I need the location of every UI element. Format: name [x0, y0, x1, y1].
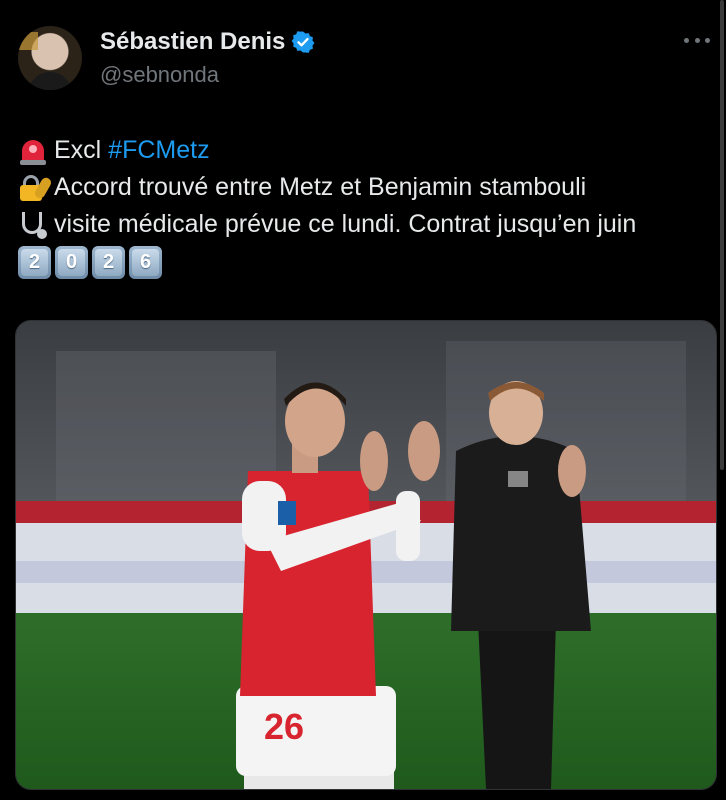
more-dot	[694, 37, 700, 43]
jersey-number: 26	[264, 706, 304, 747]
avatar-shirt	[28, 72, 72, 90]
tweet-text: Excl #FCMetz Accord trouvé entre Metz et…	[18, 132, 708, 280]
tweet-line-2: Accord trouvé entre Metz et Benjamin sta…	[18, 169, 708, 206]
keycap-digit: 6	[132, 249, 159, 276]
tweet[interactable]: Sébastien Denis @sebnonda Excl #FCMetz A…	[0, 0, 726, 800]
tweet-line-3: visite médicale prévue ce lundi. Contrat…	[18, 206, 708, 243]
more-options-icon[interactable]	[684, 36, 710, 44]
scrollbar[interactable]	[720, 0, 724, 470]
keycap-digit: 2	[21, 249, 48, 276]
keycap-digit: 0	[58, 249, 85, 276]
author-name[interactable]: Sébastien Denis	[100, 28, 285, 56]
keycap-digit-icon: 0	[55, 246, 88, 279]
avatar[interactable]	[18, 26, 82, 90]
stethoscope-icon	[18, 210, 48, 240]
tweet-line-4: 2 0 2 6	[18, 243, 708, 280]
avatar-background	[18, 32, 38, 50]
tweet-line-1-text: Excl	[54, 136, 109, 164]
keycap-digit-icon: 2	[18, 246, 51, 279]
more-dot	[705, 37, 710, 43]
year-keycaps: 2 0 2 6	[18, 246, 162, 279]
locked-with-key-icon	[18, 173, 53, 203]
tweet-line-1: Excl #FCMetz	[18, 132, 708, 169]
photo-illustration: 26	[16, 321, 716, 789]
author-handle[interactable]: @sebnonda	[100, 62, 219, 88]
author-name-row[interactable]: Sébastien Denis	[100, 28, 315, 56]
tweet-line-2-text: Accord trouvé entre Metz et Benjamin sta…	[54, 173, 587, 201]
keycap-digit-icon: 2	[92, 246, 125, 279]
verified-badge-icon[interactable]	[291, 30, 315, 54]
keycap-digit-icon: 6	[129, 246, 162, 279]
keycap-digit: 2	[95, 249, 122, 276]
hashtag-link[interactable]: #FCMetz	[108, 132, 209, 169]
tweet-header: Sébastien Denis @sebnonda	[18, 26, 726, 90]
rotating-light-icon	[18, 136, 48, 166]
tweet-line-3-text: visite médicale prévue ce lundi. Contrat…	[54, 210, 637, 238]
tweet-media-photo[interactable]: 26	[15, 320, 717, 790]
more-dot	[684, 37, 689, 43]
